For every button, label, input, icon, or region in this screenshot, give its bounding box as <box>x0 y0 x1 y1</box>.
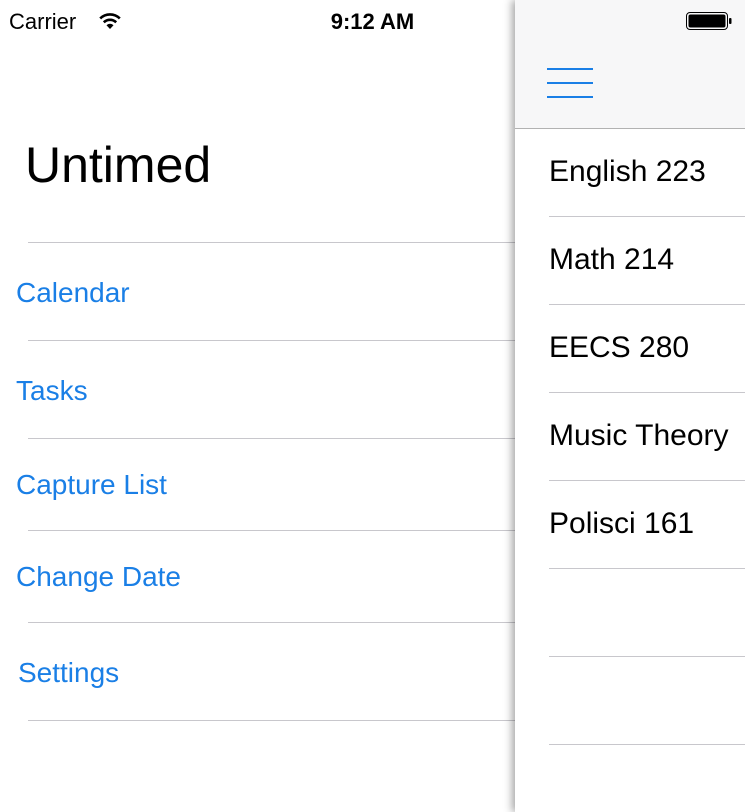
menu-title: Untimed <box>25 137 212 193</box>
list-divider <box>549 656 745 657</box>
menu-divider <box>28 622 515 623</box>
menu-divider <box>28 340 515 341</box>
class-label: English 223 <box>549 155 706 188</box>
class-label: EECS 280 <box>549 331 690 364</box>
menu-item-settings[interactable]: Settings <box>18 657 119 689</box>
list-item-class[interactable]: EECS 280 <box>515 305 745 393</box>
class-label: Music Theory <box>549 419 729 452</box>
menu-item-calendar[interactable]: Calendar <box>16 277 130 309</box>
list-item-class[interactable]: Music Theory <box>515 393 745 481</box>
list-item-class[interactable]: Polisci 161 <box>515 481 745 569</box>
menu-divider <box>28 438 515 439</box>
list-divider <box>549 568 745 569</box>
menu-divider <box>28 720 515 721</box>
class-label: Math 214 <box>549 243 675 276</box>
status-time: 9:12 AM <box>330 9 415 34</box>
menu-item-change-date[interactable]: Change Date <box>16 561 181 593</box>
menu-item-tasks[interactable]: Tasks <box>16 375 88 407</box>
menu-divider <box>28 242 515 243</box>
hamburger-menu-icon[interactable] <box>547 66 593 100</box>
battery-icon <box>686 12 732 30</box>
menu-item-capture-list[interactable]: Capture List <box>16 469 167 501</box>
class-list-panel: English 223 Math 214 EECS 280 Music Theo… <box>515 0 745 812</box>
status-bar: Carrier 9:12 AM <box>0 0 745 44</box>
list-item-class[interactable]: Math 214 <box>515 217 745 305</box>
class-label: Polisci 161 <box>549 507 695 540</box>
menu-divider <box>28 530 515 531</box>
list-item-class[interactable]: English 223 <box>515 129 745 217</box>
list-divider <box>549 744 745 745</box>
